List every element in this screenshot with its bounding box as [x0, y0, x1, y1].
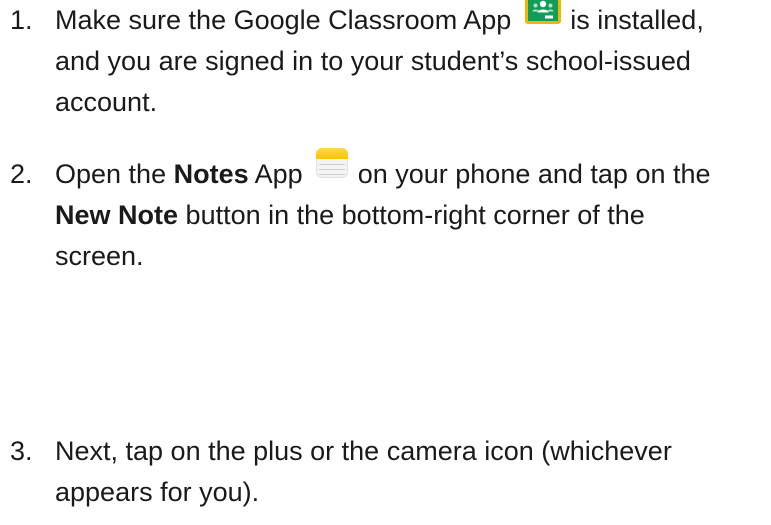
step-line: New Note button in the bottom-right corn…: [55, 195, 767, 236]
notes-app-name: Notes: [173, 159, 249, 189]
step-line: screen.: [55, 241, 144, 271]
step-text-segment: is installed,: [570, 5, 704, 35]
step-line: account.: [55, 87, 158, 117]
google-classroom-icon: [524, 0, 561, 24]
new-note-label: New Note: [55, 200, 179, 230]
step-line: and you are signed in to your student’s …: [55, 46, 691, 76]
step-line: Open the Notes App on your phone and tap…: [55, 148, 767, 195]
step-text: Make sure the Google Classroom App is in…: [55, 0, 767, 123]
step-line: Make sure the Google Classroom App is in…: [55, 0, 767, 41]
step-text: Open the Notes App on your phone and tap…: [55, 148, 767, 277]
step-line: appears for you).: [55, 477, 260, 507]
step-line: Next, tap on the plus or the camera icon…: [55, 436, 672, 466]
step-text-segment: Open the: [55, 159, 167, 189]
step-number: 3.: [10, 436, 33, 466]
step-text-segment: on your phone and tap on the: [357, 159, 711, 189]
step-number: 2.: [10, 159, 33, 189]
step-text: Next, tap on the plus or the camera icon…: [55, 431, 767, 513]
step-text-segment: button in the bottom-right corner of the: [185, 200, 645, 230]
step-text-segment: App: [254, 159, 303, 189]
step-text-segment: Make sure the Google Classroom App: [55, 5, 512, 35]
step-number: 1.: [10, 5, 33, 35]
notes-app-icon: [316, 148, 349, 178]
